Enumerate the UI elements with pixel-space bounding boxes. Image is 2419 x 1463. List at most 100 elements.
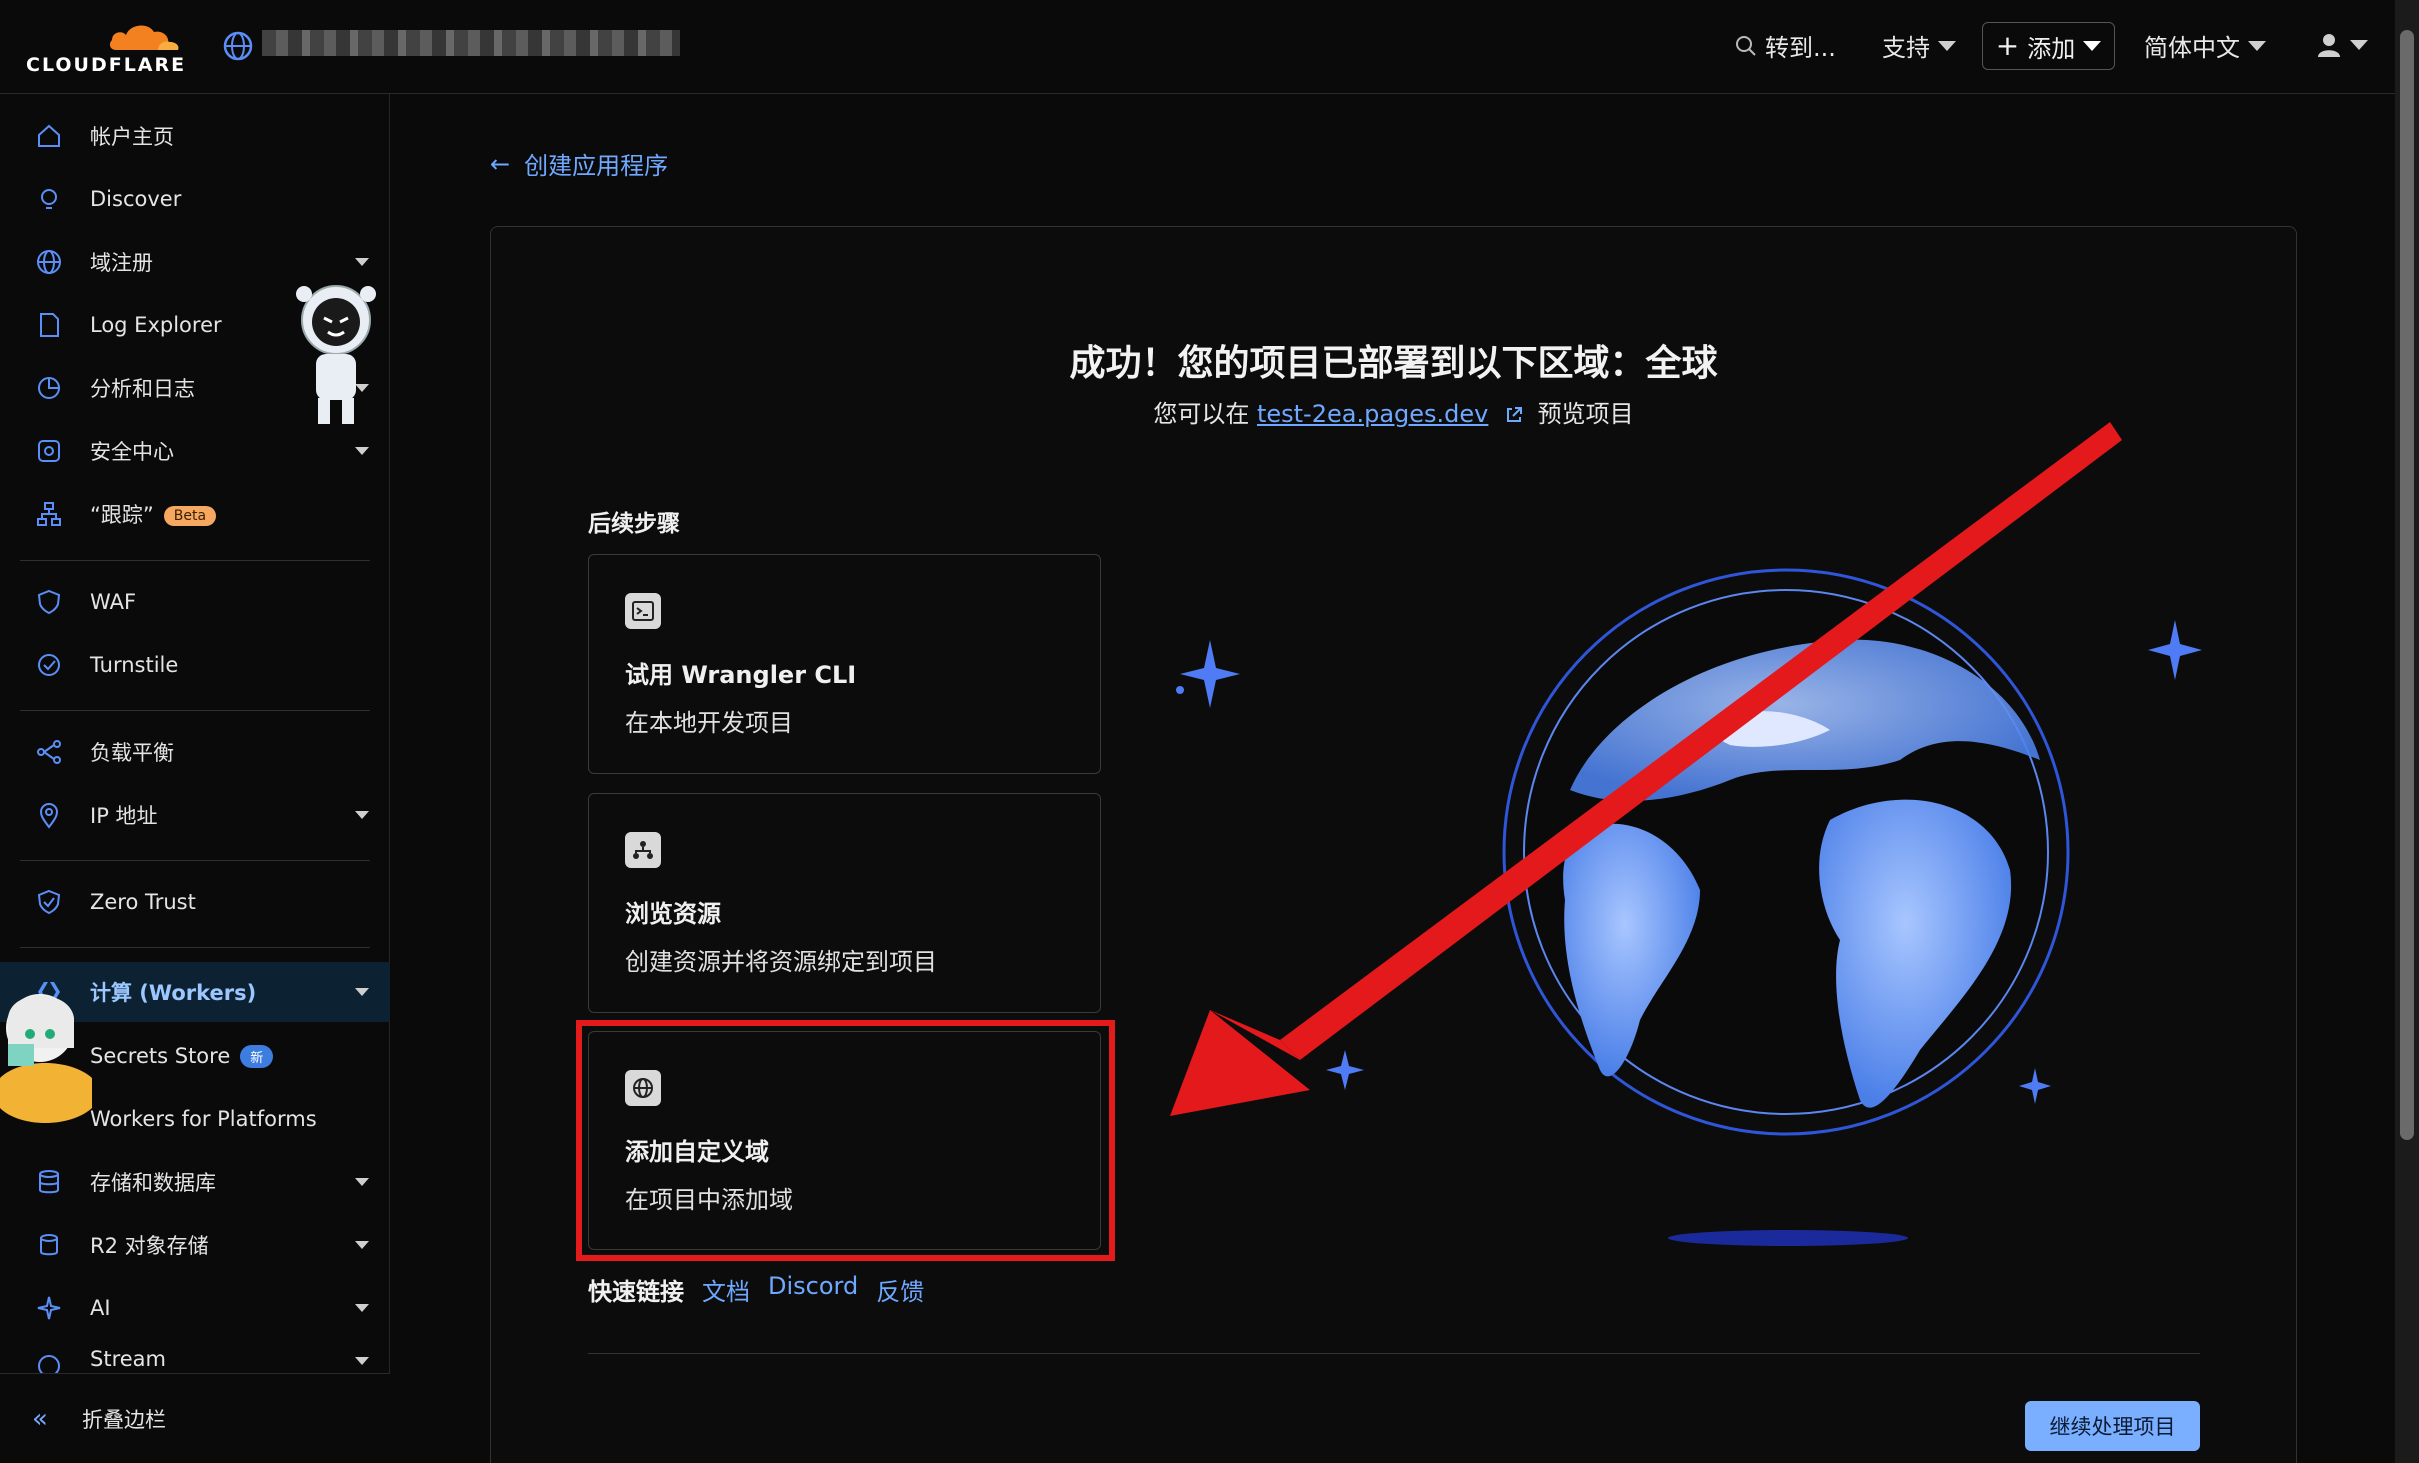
bindings-icon xyxy=(625,832,661,868)
sidebar-item-ip-addresses[interactable]: IP 地址 xyxy=(0,787,390,843)
terminal-icon xyxy=(625,593,661,629)
quick-link-discord[interactable]: Discord xyxy=(768,1272,858,1307)
sidebar-item-discover[interactable]: Discover xyxy=(0,171,390,227)
add-label: 添加 xyxy=(2027,34,2076,63)
lightbulb-icon xyxy=(41,189,57,209)
new-badge: 新 xyxy=(240,1045,274,1069)
collapse-sidebar-button[interactable]: « 折叠边栏 xyxy=(0,1373,390,1463)
add-button[interactable]: + 添加 xyxy=(1982,22,2115,70)
language-menu[interactable]: 简体中文 xyxy=(2144,28,2266,63)
mascot-sticker xyxy=(296,285,376,424)
card-description: 在本地开发项目 xyxy=(625,709,793,737)
secrets-store-label: Secrets Store xyxy=(90,1043,231,1068)
quick-link-feedback[interactable]: 反馈 xyxy=(876,1272,924,1307)
goto-search[interactable]: 转到... xyxy=(1735,28,1836,63)
security-center-icon xyxy=(38,440,60,462)
continue-to-project-button[interactable]: 继续处理项目 xyxy=(2025,1401,2200,1451)
sidebar-item-label: 存储和数据库 xyxy=(90,1171,216,1195)
chevron-down-icon xyxy=(2350,40,2368,50)
sidebar-item-load-balancing[interactable]: 负载平衡 xyxy=(0,724,390,780)
turnstile-icon xyxy=(38,654,60,676)
top-bar: CLOUDFLARE 转到... 支持 + 添加 简体中文 xyxy=(0,0,2395,94)
document-icon xyxy=(40,313,59,337)
sidebar-item-label: 安全中心 xyxy=(90,440,174,464)
quick-link-docs[interactable]: 文档 xyxy=(702,1272,750,1307)
plus-icon: + xyxy=(1995,29,2020,62)
sidebar-item-label: Stream xyxy=(90,1347,166,1371)
page-scrollbar[interactable] xyxy=(2395,0,2419,1463)
chevron-down-icon xyxy=(355,258,369,266)
sidebar-item-label: Turnstile xyxy=(90,653,179,677)
redacted-account-name xyxy=(262,30,680,56)
sidebar-item-turnstile[interactable]: Turnstile xyxy=(0,637,390,693)
sidebar-item-label: IP 地址 xyxy=(90,804,158,828)
chevron-down-icon xyxy=(355,1241,369,1249)
sidebar-item-storage-databases[interactable]: 存储和数据库 xyxy=(0,1154,390,1210)
chart-pie-icon xyxy=(38,377,60,399)
card-description: 创建资源并将资源绑定到项目 xyxy=(625,948,937,976)
next-steps-title: 后续步骤 xyxy=(588,511,680,537)
card-browse-resources[interactable]: 浏览资源 创建资源并将资源绑定到项目 xyxy=(588,793,1101,1013)
cloudflare-logo[interactable]: CLOUDFLARE xyxy=(26,18,191,76)
sidebar-item-label: Log Explorer xyxy=(90,313,222,337)
trace-label: “跟踪” xyxy=(90,503,154,527)
stream-icon xyxy=(38,1355,60,1373)
sidebar-item-label: AI xyxy=(90,1296,111,1320)
sidebar-item-label: R2 对象存储 xyxy=(90,1234,209,1258)
sidebar-item-zero-trust[interactable]: Zero Trust xyxy=(0,874,390,930)
sidebar-item-account-home[interactable]: 帐户主页 xyxy=(0,108,390,164)
sidebar-item-r2-storage[interactable]: R2 对象存储 xyxy=(0,1217,390,1273)
storage-icon xyxy=(40,1234,58,1256)
sidebar-item-stream[interactable]: Stream xyxy=(0,1343,390,1373)
red-annotation-arrow xyxy=(1170,422,2122,1116)
sidebar-item-waf[interactable]: WAF xyxy=(0,574,390,630)
sidebar-item-trace[interactable]: “跟踪” Beta xyxy=(0,486,390,542)
database-icon xyxy=(39,1170,59,1194)
sidebar-item-label: Discover xyxy=(90,187,182,211)
sidebar-divider xyxy=(20,860,370,861)
globe-icon[interactable] xyxy=(222,30,254,62)
sparkle-icon xyxy=(37,1296,61,1320)
back-link-label: 创建应用程序 xyxy=(524,152,669,180)
sidebar-item-security-center[interactable]: 安全中心 xyxy=(0,423,390,479)
user-menu[interactable] xyxy=(2316,32,2368,58)
beta-badge: Beta xyxy=(163,506,217,526)
quick-links: 快速链接 文档 Discord 反馈 xyxy=(588,1272,924,1307)
back-to-create-app-link[interactable]: ← 创建应用程序 xyxy=(490,146,668,181)
scrollbar-thumb[interactable] xyxy=(2400,30,2414,1140)
shield-icon xyxy=(37,589,61,615)
sidebar-item-label: Workers for Platforms xyxy=(90,1107,317,1131)
quick-links-title: 快速链接 xyxy=(588,1278,684,1306)
footer-divider xyxy=(588,1353,2200,1354)
sidebar-item-label: 帐户主页 xyxy=(90,125,174,149)
chevron-down-icon xyxy=(355,447,369,455)
chevron-down-icon xyxy=(355,988,369,996)
home-icon xyxy=(38,124,60,147)
sidebar-divider xyxy=(20,560,370,561)
support-label: 支持 xyxy=(1882,34,1930,62)
load-balance-icon xyxy=(37,740,61,764)
chevron-down-icon xyxy=(1938,40,1956,51)
sidebar: 帐户主页 Discover 域注册 Log Explorer 分析和日志 安全中… xyxy=(0,94,390,1463)
sidebar-item-label: 负载平衡 xyxy=(90,741,174,765)
chevron-down-icon xyxy=(2083,41,2102,51)
arrow-left-icon: ← xyxy=(490,149,511,178)
support-menu[interactable]: 支持 xyxy=(1882,28,1956,63)
sidebar-item-label: Secrets Store 新 xyxy=(90,1043,274,1069)
card-try-wrangler-cli[interactable]: 试用 Wrangler CLI 在本地开发项目 xyxy=(588,554,1101,774)
sidebar-divider xyxy=(20,710,370,711)
chevron-down-icon xyxy=(2248,40,2266,51)
double-chevron-left-icon: « xyxy=(32,1403,48,1434)
red-highlight-box xyxy=(576,1020,1115,1261)
zero-trust-icon xyxy=(37,889,61,915)
sidebar-item-ai[interactable]: AI xyxy=(0,1280,390,1336)
goto-label: 转到... xyxy=(1765,34,1836,62)
collapse-sidebar-label: 折叠边栏 xyxy=(82,1407,166,1432)
brand-wordmark: CLOUDFLARE xyxy=(26,54,187,76)
language-label: 简体中文 xyxy=(2144,34,2240,62)
sidebar-divider xyxy=(20,947,370,948)
chevron-down-icon xyxy=(355,1357,369,1365)
globe-icon xyxy=(37,250,61,274)
card-title: 浏览资源 xyxy=(625,900,721,928)
location-pin-icon xyxy=(39,803,59,829)
